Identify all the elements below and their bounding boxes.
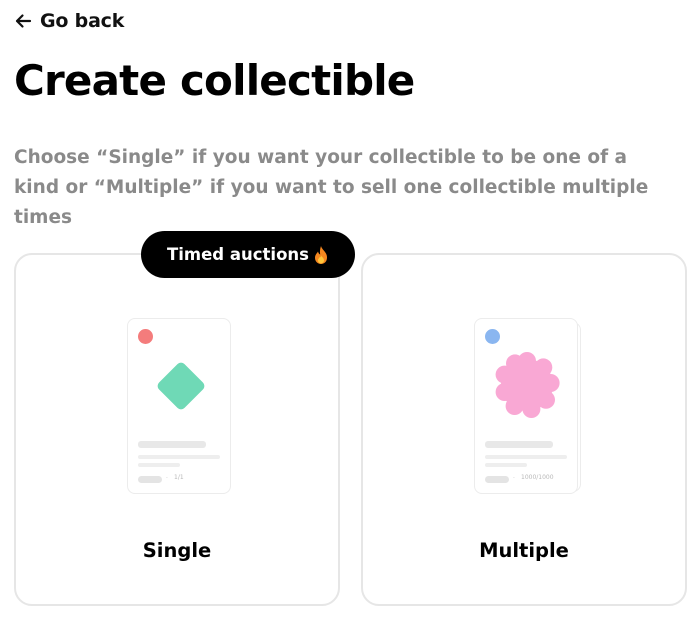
title-placeholder bbox=[138, 441, 206, 448]
page-title: Create collectible bbox=[14, 56, 415, 105]
page-description: Choose “Single” if you want your collect… bbox=[14, 147, 649, 228]
edition-count: 1000/1000 bbox=[521, 474, 554, 481]
multiple-option-card[interactable]: · 1000/1000 Multiple bbox=[361, 253, 687, 606]
single-preview: · 1/1 bbox=[127, 318, 231, 494]
price-placeholder bbox=[485, 476, 509, 483]
preview-card: · 1000/1000 bbox=[474, 318, 578, 494]
text-placeholder bbox=[138, 455, 220, 459]
single-label: Single bbox=[142, 539, 212, 562]
badge-label: Timed auctions bbox=[167, 245, 309, 264]
status-dot bbox=[138, 329, 153, 344]
fire-icon bbox=[314, 245, 327, 264]
multiple-label: Multiple bbox=[479, 539, 569, 562]
multiple-preview: · 1000/1000 bbox=[474, 318, 581, 494]
text-placeholder bbox=[485, 455, 567, 459]
status-dot bbox=[485, 329, 500, 344]
price-placeholder bbox=[138, 476, 162, 483]
flower-shape-icon bbox=[495, 352, 560, 418]
text-placeholder bbox=[138, 463, 180, 467]
diamond-shape-icon bbox=[157, 362, 205, 410]
preview-card: · 1/1 bbox=[127, 318, 231, 494]
go-back-link[interactable]: Go back bbox=[14, 10, 124, 32]
edition-count: 1/1 bbox=[174, 474, 184, 481]
go-back-label: Go back bbox=[40, 10, 125, 32]
text-placeholder bbox=[485, 463, 527, 467]
timed-auctions-badge: Timed auctions bbox=[141, 231, 355, 278]
title-placeholder bbox=[485, 441, 553, 448]
arrow-left-icon bbox=[15, 14, 32, 28]
single-option-card[interactable]: · 1/1 Single bbox=[14, 253, 340, 606]
